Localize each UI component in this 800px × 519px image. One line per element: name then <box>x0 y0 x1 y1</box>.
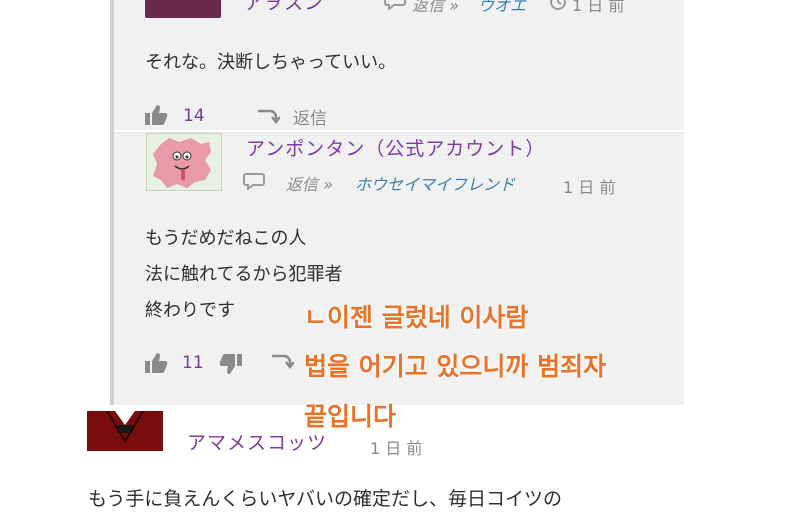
avatar-illustration <box>153 138 211 188</box>
comment-time: 1 日 前 <box>370 439 423 458</box>
comment-body-line: 法に触れてるから犯罪者 <box>145 264 343 285</box>
reply-button[interactable]: 返信 <box>293 104 327 129</box>
reply-arrow-icon[interactable] <box>270 352 294 370</box>
reply-meta: 返信 » <box>286 171 333 195</box>
reply-arrow-icon[interactable] <box>256 107 280 125</box>
comment-body-line: もう手に負えんくらいヤバいの確定だし、毎日コイツの <box>88 488 563 510</box>
avatar[interactable] <box>146 133 222 191</box>
thumbs-down-icon[interactable] <box>219 353 243 375</box>
translation-caption-line: 끝입니다 <box>304 402 397 431</box>
thumbs-up-icon[interactable] <box>144 352 168 374</box>
avatar-illustration <box>106 411 144 443</box>
comment-author[interactable]: アヲスン <box>244 0 324 15</box>
comment-time: 1 日 前 <box>572 0 625 15</box>
thread-indent-line <box>110 0 114 405</box>
comment-body-line: それな。決断しちゃっていい。 <box>145 52 397 73</box>
comment-body-line: 終わりです <box>145 300 235 321</box>
reply-meta: 返信 » <box>412 0 459 16</box>
avatar[interactable] <box>87 411 163 451</box>
reply-word: 返信 » <box>286 175 333 194</box>
translation-caption-line: ㄴ이젠 글렀네 이사람 <box>304 303 529 332</box>
comment-body-line: もうだめだねこの人 <box>145 228 307 249</box>
reply-word: 返信 » <box>412 0 459 15</box>
translation-caption-line: 법을 어기고 있으니까 범죄자 <box>304 352 607 381</box>
reply-to-user[interactable]: ホウセイマイフレンド <box>355 171 515 195</box>
like-count: 14 <box>183 106 205 126</box>
like-count: 11 <box>182 353 204 373</box>
comment-time: 1 日 前 <box>563 178 616 197</box>
reply-chat-icon <box>384 0 406 10</box>
thumbs-up-icon[interactable] <box>144 104 168 126</box>
reply-chat-icon <box>243 172 267 190</box>
avatar[interactable] <box>145 0 221 18</box>
reply-to-user[interactable]: ウオエ <box>478 0 526 16</box>
comment-author[interactable]: アンポンタン（公式アカウント） <box>246 134 545 161</box>
clock-icon <box>549 0 567 11</box>
